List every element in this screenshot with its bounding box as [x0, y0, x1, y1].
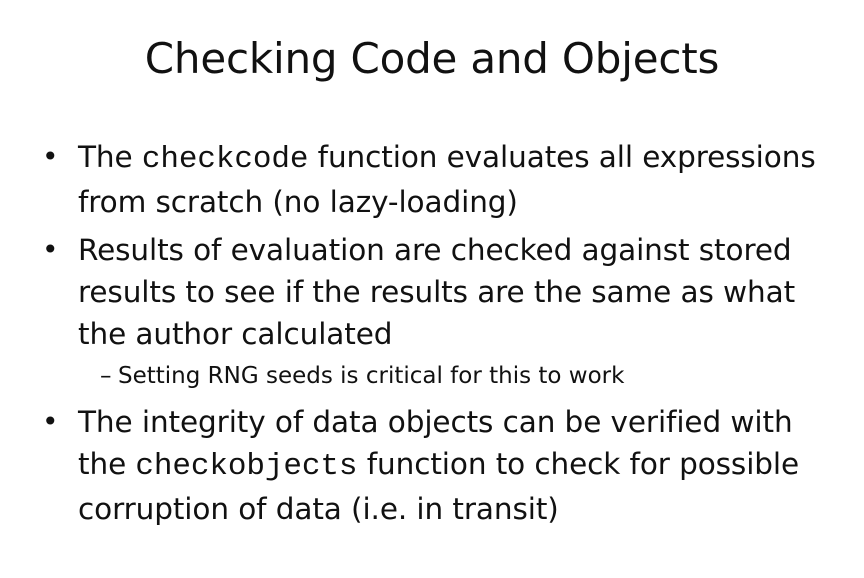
- bullet-dot-icon: •: [42, 233, 59, 266]
- bullet-text-pre: The: [78, 140, 142, 174]
- slide-title: Checking Code and Objects: [144, 34, 720, 83]
- slide: Checking Code and Objects • The checkcod…: [0, 0, 864, 578]
- bullet-item-checkobjects: • The integrity of data objects can be v…: [40, 401, 840, 530]
- sub-bullet-item-rng: – Setting RNG seeds is critical for this…: [40, 359, 840, 393]
- sub-bullet-dash-icon: –: [100, 363, 112, 389]
- code-checkobjects: checkobjects: [135, 449, 358, 484]
- bullet-text: Results of evaluation are checked agains…: [78, 233, 796, 351]
- bullet-dot-icon: •: [42, 140, 59, 173]
- bullet-dot-icon: •: [42, 405, 59, 438]
- sub-bullet-text: Setting RNG seeds is critical for this t…: [118, 363, 625, 389]
- bullet-item-results: • Results of evaluation are checked agai…: [40, 229, 840, 355]
- code-checkcode: checkcode: [141, 142, 309, 177]
- bullet-list: • The checkcode function evaluates all e…: [40, 136, 840, 536]
- bullet-item-checkcode: • The checkcode function evaluates all e…: [40, 136, 840, 223]
